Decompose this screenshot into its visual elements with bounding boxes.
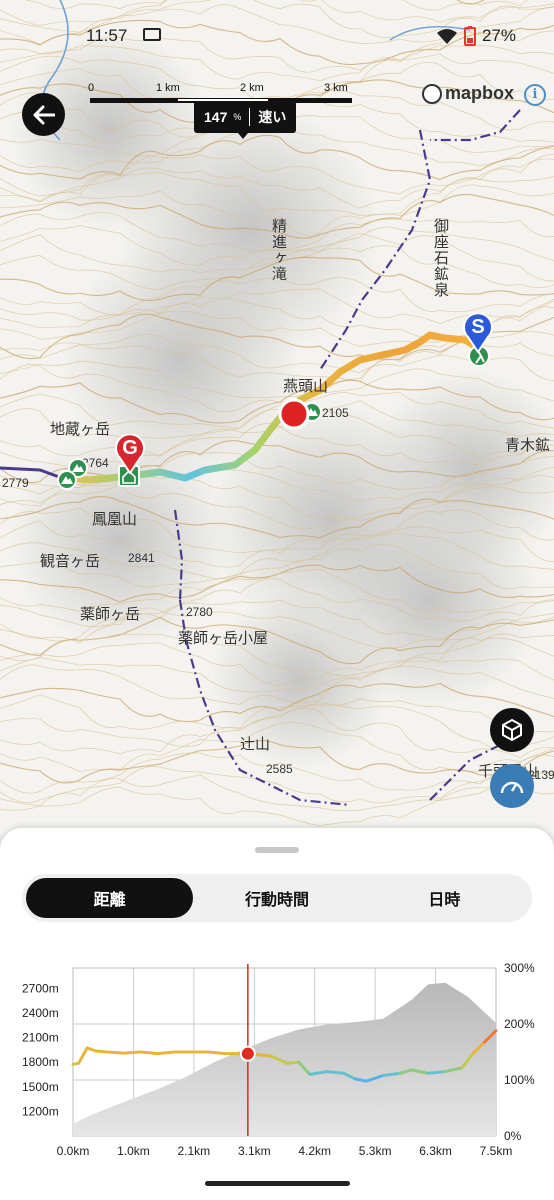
x-tick-label: 2.1km: [178, 1144, 211, 1158]
left-tick-label: 1800m: [22, 1055, 59, 1069]
elevation-area: [73, 982, 496, 1136]
chart-plot-area: 0.0km 1.0km 2.1km 3.1km 4.2km 5.3km 6.3km 7.5km…: [22, 961, 535, 1158]
speed-segment: [77, 1046, 89, 1065]
speed-label: 速い: [258, 109, 287, 125]
x-tick-label: 0.0km: [57, 1144, 90, 1158]
speed-segment: [122, 1050, 143, 1055]
speed-segment: [285, 1060, 301, 1065]
x-tick-label: 6.3km: [419, 1144, 452, 1158]
speed-tooltip: 147 % 速い: [194, 101, 297, 133]
right-tick-label: 100%: [504, 1073, 535, 1087]
speed-segment: [325, 1070, 346, 1075]
speed-segment: [206, 1050, 227, 1056]
x-tick-label: 1.0km: [117, 1144, 150, 1158]
left-tick-label: 1200m: [22, 1104, 59, 1118]
home-indicator[interactable]: [205, 1181, 350, 1186]
speed-value: 147: [204, 109, 228, 125]
left-tick-label: 2100m: [22, 1031, 59, 1045]
left-tick-label: 1500m: [22, 1080, 59, 1094]
cursor-point[interactable]: [239, 1045, 256, 1062]
speed-segment: [426, 1070, 447, 1075]
elevation-speed-chart[interactable]: 0.0km 1.0km 2.1km 3.1km 4.2km 5.3km 6.3km 7.5km…: [0, 0, 554, 1200]
tooltip-arrow: [238, 133, 248, 139]
speed-unit: %: [233, 112, 242, 122]
x-tick-label: 7.5km: [480, 1144, 513, 1158]
right-tick-label: 200%: [504, 1017, 535, 1031]
right-tick-label: 300%: [504, 961, 535, 975]
speed-segment: [94, 1049, 109, 1054]
left-tick-label: 2400m: [22, 1006, 59, 1020]
left-tick-label: 2700m: [22, 981, 59, 995]
x-tick-label: 4.2km: [298, 1144, 331, 1158]
speed-segment: [105, 1050, 126, 1055]
speed-segment: [139, 1050, 160, 1056]
x-tick-label: 3.1km: [238, 1144, 271, 1158]
right-tick-label: 0%: [504, 1129, 522, 1143]
tooltip-divider: [249, 108, 251, 126]
speed-segment: [156, 1050, 177, 1056]
x-tick-label: 5.3km: [359, 1144, 392, 1158]
